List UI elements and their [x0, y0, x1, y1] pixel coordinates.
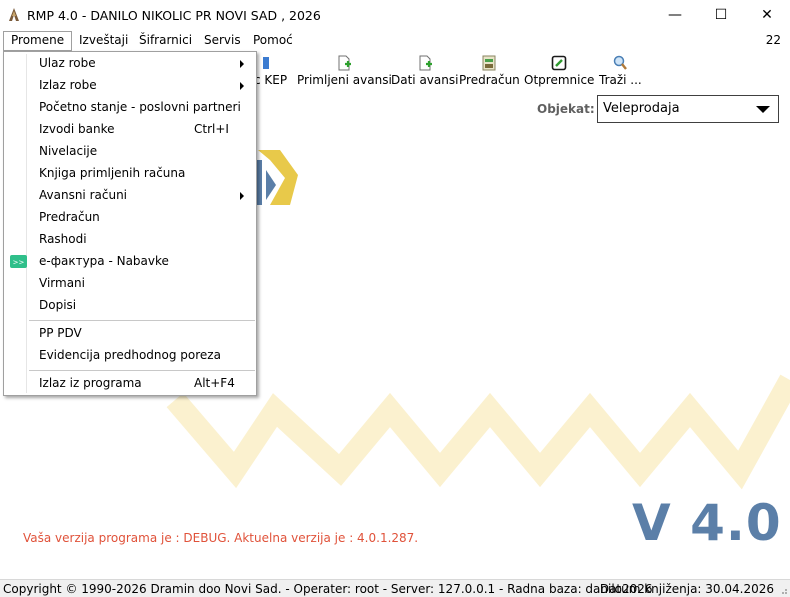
menu-item-label: Avansni računi — [39, 188, 128, 202]
menu-sifrarnici[interactable]: Šifrarnici — [132, 31, 199, 51]
magnifier-icon — [614, 55, 628, 70]
menu-item-label: Knjiga primljenih računa — [39, 166, 186, 180]
menu-item-efaktura-nabavke[interactable]: >> е-фактура - Nabavke — [6, 250, 254, 272]
submenu-arrow-icon — [240, 192, 244, 200]
menu-number: 22 — [765, 33, 781, 47]
menu-item-label: Izlaz iz programa — [39, 376, 142, 390]
menu-item-pocetno-stanje[interactable]: Početno stanje - poslovni partneri — [6, 96, 254, 118]
toolbar-dati-avansi-label: Dati avansi — [391, 73, 459, 87]
toolbar-otpremnice-button[interactable]: Otpremnice — [524, 54, 594, 90]
app-icon — [9, 8, 19, 21]
menu-item-evidencija-predhodnog-poreza[interactable]: Evidencija predhodnog poreza — [6, 344, 254, 366]
menu-item-pp-pdv[interactable]: PP PDV — [6, 322, 254, 344]
menu-separator — [29, 320, 255, 321]
toolbar-primljeni-avansi-button[interactable]: Primljeni avansi — [297, 54, 392, 90]
menu-item-predracun[interactable]: Predračun — [6, 206, 254, 228]
title-bar: RMP 4.0 - DANILO NIKOLIC PR NOVI SAD , 2… — [0, 0, 790, 30]
objekat-label: Objekat: — [537, 102, 595, 116]
menu-item-izlaz-iz-programa[interactable]: Izlaz iz programa Alt+F4 — [6, 372, 254, 394]
toolbar-dati-avansi-button[interactable]: Dati avansi — [391, 54, 458, 90]
menu-item-shortcut: Alt+F4 — [194, 376, 235, 390]
menu-item-virmani[interactable]: Virmani — [6, 272, 254, 294]
menu-item-label: е-фактура - Nabavke — [39, 254, 169, 268]
menu-item-dopisi[interactable]: Dopisi — [6, 294, 254, 316]
objekat-select[interactable]: Veleprodaja — [597, 95, 779, 123]
toolbar-predracun-label: Predračun — [459, 73, 520, 87]
toolbar-predracun-button[interactable]: Predračun — [459, 54, 520, 90]
submenu-arrow-icon — [240, 82, 244, 90]
menu-bar: Promene Izveštaji Šifrarnici Servis Pomo… — [0, 30, 790, 51]
menu-item-label: Izlaz robe — [39, 78, 97, 92]
toolbar-kep-label: c KEP — [254, 73, 288, 87]
toolbar-primljeni-avansi-label: Primljeni avansi — [297, 73, 392, 87]
toolbar-trazi-label: Traži ... — [599, 73, 642, 87]
kep-icon — [262, 57, 269, 69]
menu-item-label: Izvodi banke — [39, 122, 115, 136]
menu-item-knjiga-primljenih-racuna[interactable]: Knjiga primljenih računa — [6, 162, 254, 184]
menu-item-label: Ulaz robe — [39, 56, 96, 70]
resize-grip-icon[interactable] — [778, 585, 788, 595]
submenu-arrow-icon — [240, 60, 244, 68]
toolbar-kep-button[interactable]: c KEP — [254, 54, 287, 90]
dropdown-arrow-icon — [756, 106, 770, 113]
menu-item-label: Rashodi — [39, 232, 87, 246]
promene-dropdown-menu: Ulaz robe Izlaz robe Početno stanje - po… — [3, 51, 257, 396]
menu-item-label: Dopisi — [39, 298, 77, 312]
menu-item-rashodi[interactable]: Rashodi — [6, 228, 254, 250]
menu-pomoc[interactable]: Pomoć — [246, 31, 300, 51]
menu-item-avansni-racuni[interactable]: Avansni računi — [6, 184, 254, 206]
menu-item-label: Evidencija predhodnog poreza — [39, 348, 221, 362]
menu-item-izvodi-banke[interactable]: Izvodi banke Ctrl+I — [6, 118, 254, 140]
toolbar-otpremnice-label: Otpremnice — [524, 73, 595, 87]
invoice-icon — [482, 55, 496, 71]
version-message: Vaša verzija programa je : DEBUG. Aktuel… — [23, 531, 419, 545]
menu-item-label: Virmani — [39, 276, 85, 290]
maximize-button[interactable]: ☐ — [698, 0, 744, 30]
version-badge: V 4.0 — [632, 494, 782, 552]
menu-item-label: Početno stanje - poslovni partneri — [39, 100, 241, 114]
document-add-icon — [338, 55, 352, 71]
efaktura-icon: >> — [10, 255, 27, 268]
menu-item-ulaz-robe[interactable]: Ulaz robe — [6, 52, 254, 74]
menu-item-label: Nivelacije — [39, 144, 98, 158]
delivery-note-icon — [551, 55, 567, 71]
menu-item-label: Predračun — [39, 210, 100, 224]
status-posting-date: Datum knjiženja: 30.04.2026 — [599, 582, 774, 596]
document-add-icon — [419, 55, 432, 71]
menu-izvestaji[interactable]: Izveštaji — [72, 31, 135, 51]
menu-item-izlaz-robe[interactable]: Izlaz robe — [6, 74, 254, 96]
minimize-button[interactable]: — — [652, 0, 698, 30]
close-button[interactable]: ✕ — [744, 0, 790, 30]
menu-item-shortcut: Ctrl+I — [194, 122, 229, 136]
window-controls: — ☐ ✕ — [652, 0, 790, 30]
window-title: RMP 4.0 - DANILO NIKOLIC PR NOVI SAD , 2… — [27, 7, 321, 23]
menu-servis[interactable]: Servis — [197, 31, 248, 51]
objekat-value: Veleprodaja — [603, 101, 680, 116]
status-bar: Copyright © 1990-2026 Dramin doo Novi Sa… — [0, 579, 790, 597]
status-copyright: Copyright © 1990-2026 Dramin doo Novi Sa… — [3, 582, 653, 596]
menu-promene[interactable]: Promene — [3, 31, 73, 51]
menu-item-nivelacije[interactable]: Nivelacije — [6, 140, 254, 162]
menu-item-label: PP PDV — [39, 326, 82, 340]
menu-separator — [29, 370, 255, 371]
toolbar-trazi-button[interactable]: Traži ... — [599, 54, 642, 90]
svg-text:>>: >> — [13, 259, 25, 267]
